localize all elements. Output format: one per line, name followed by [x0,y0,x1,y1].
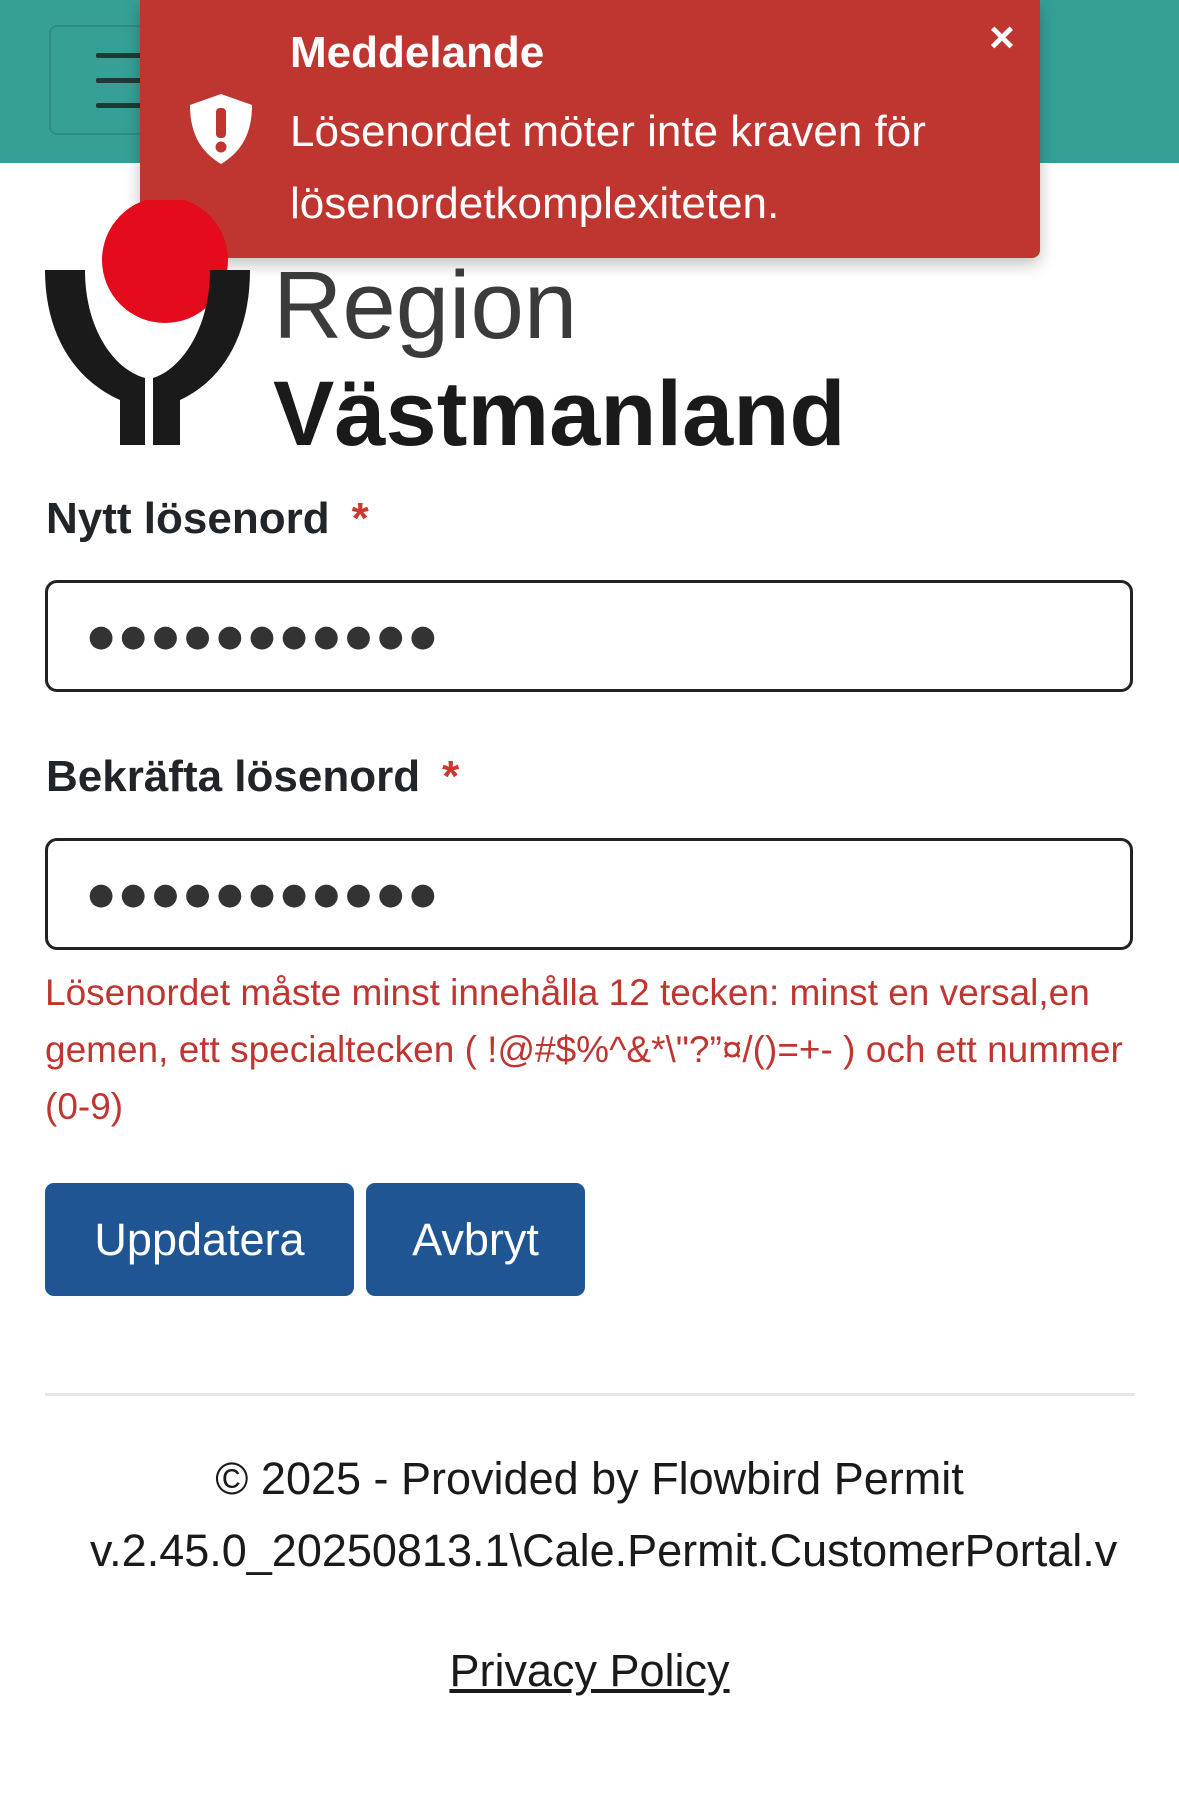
shield-exclamation-icon [190,94,252,164]
update-button[interactable]: Uppdatera [45,1183,354,1296]
password-validation-message: Lösenordet måste minst innehålla 12 teck… [45,972,1123,1127]
confirm-password-label-text: Bekräfta lösenord [46,752,421,801]
footer-version: v.2.45.0_20250813.1\Cale.Permit.Customer… [90,1525,1118,1576]
footer-divider [45,1393,1135,1396]
region-vastmanland-logo: Region Västmanland [45,200,846,460]
logo-text-region: Region [273,252,577,359]
logo-text-vastmanland: Västmanland [273,363,846,460]
cancel-button[interactable]: Avbryt [366,1183,585,1296]
hamburger-menu-icon[interactable] [49,25,145,135]
toast-title: Meddelande [290,28,545,77]
required-marker: * [351,494,369,543]
new-password-input[interactable] [45,580,1133,692]
new-password-label-text: Nytt lösenord [46,494,330,543]
privacy-policy-link[interactable]: Privacy Policy [0,1645,1179,1697]
confirm-password-label: Bekräfta lösenord * [46,752,459,802]
close-icon[interactable]: × [982,16,1022,60]
required-marker: * [442,752,460,801]
new-password-label: Nytt lösenord * [46,494,369,544]
footer-copyright: © 2025 - Provided by Flowbird Permit [215,1453,964,1504]
confirm-password-input[interactable] [45,838,1133,950]
